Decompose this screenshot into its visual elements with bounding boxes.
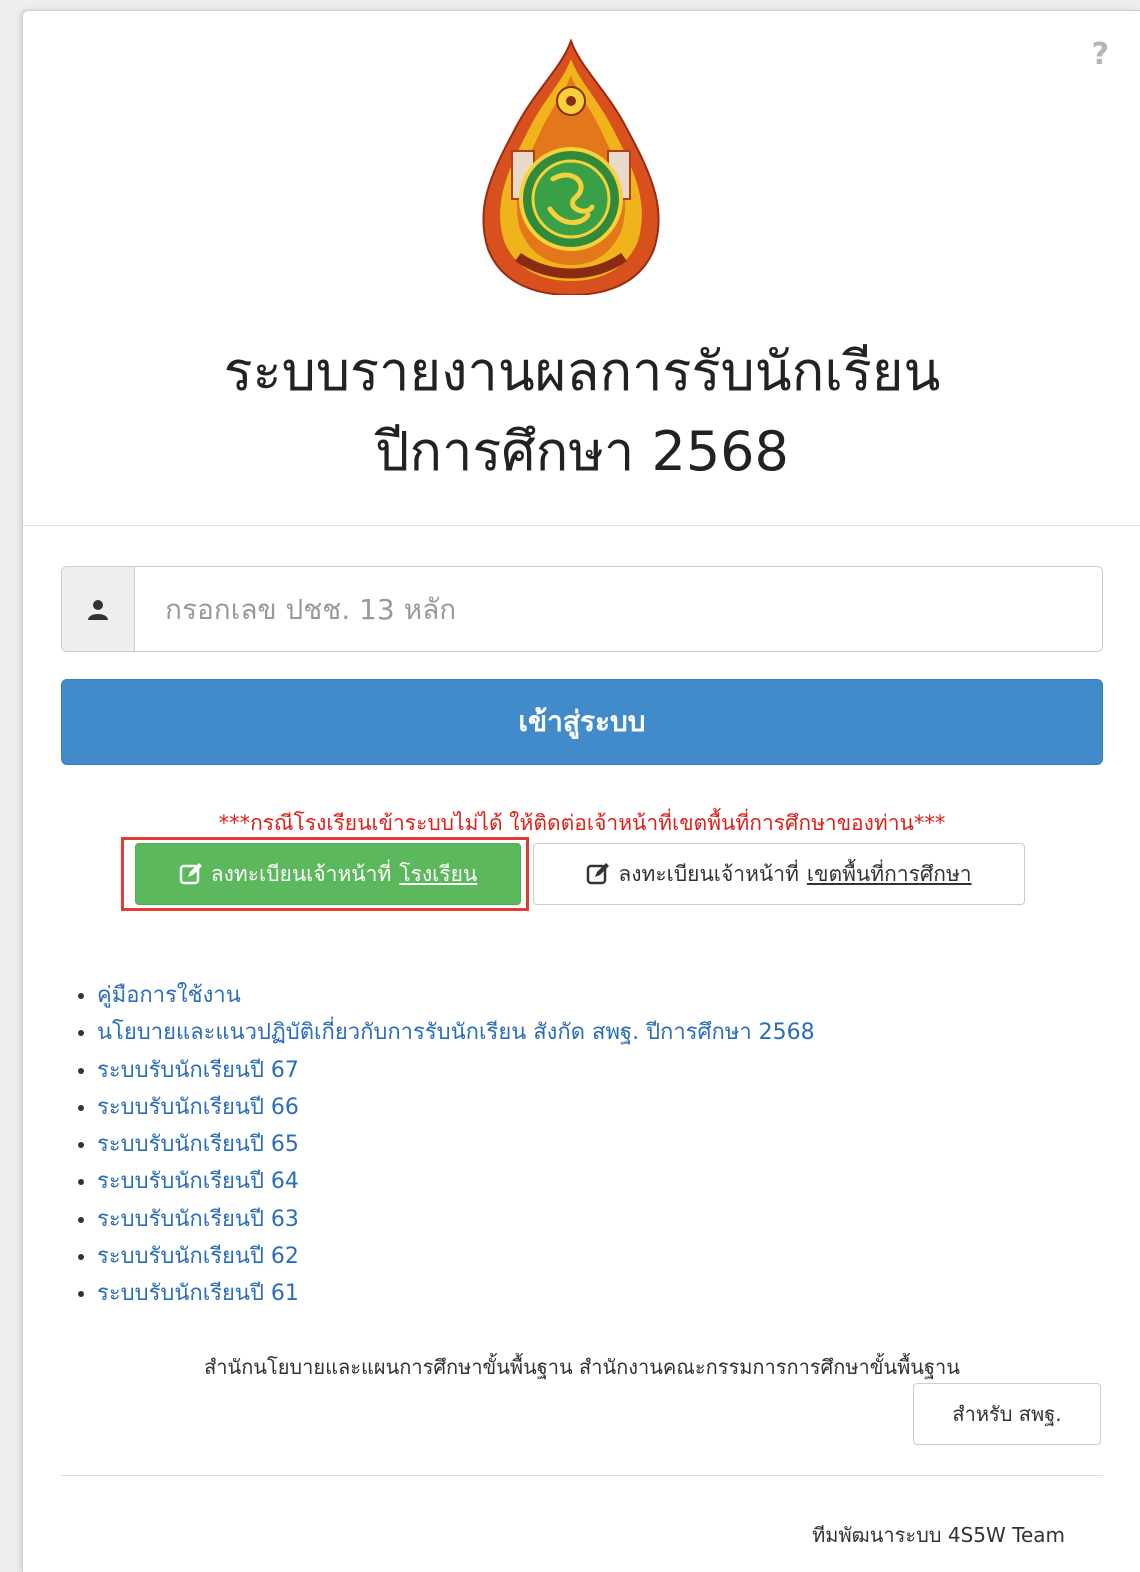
link-year-65[interactable]: ระบบรับนักเรียนปี 65 — [97, 1132, 299, 1157]
register-area-prefix: ลงทะเบียนเจ้าหน้าที่ — [618, 861, 799, 886]
register-area-target: เขตพื้นที่การศึกษา — [806, 861, 972, 886]
page-title: ระบบรายงานผลการรับนักเรียน — [223, 340, 941, 403]
links-list: คู่มือการใช้งาน นโยบายและแนวปฏิบัติเกี่ย… — [61, 977, 815, 1313]
footer-divider — [61, 1475, 1103, 1476]
link-policy[interactable]: นโยบายและแนวปฏิบัติเกี่ยวกับการรับนักเรี… — [97, 1020, 815, 1045]
team-credit: ทีมพัฒนาระบบ 4S5W Team — [812, 1523, 1065, 1547]
warning-text: ***กรณีโรงเรียนเข้าระบบไม่ได้ ให้ติดต่อเ… — [218, 811, 946, 835]
link-year-67[interactable]: ระบบรับนักเรียนปี 67 — [97, 1058, 299, 1083]
help-icon[interactable]: ? — [1092, 37, 1109, 72]
user-icon — [62, 567, 135, 651]
id-input-group — [61, 566, 1103, 652]
office-name: สำนักนโยบายและแผนการศึกษาขั้นพื้นฐาน สำน… — [204, 1355, 960, 1379]
link-year-62[interactable]: ระบบรับนักเรียนปี 62 — [97, 1244, 299, 1269]
register-area-button[interactable]: ลงทะเบียนเจ้าหน้าที่ เขตพื้นที่การศึกษา — [533, 843, 1025, 905]
citizen-id-input[interactable] — [135, 567, 1102, 651]
list-item: คู่มือการใช้งาน — [97, 977, 815, 1014]
list-item: ระบบรับนักเรียนปี 61 — [97, 1275, 815, 1312]
page-subtitle: ปีการศึกษา 2568 — [375, 420, 789, 483]
login-panel: ? ระบบรายงานผลการรับนักเรียน ปีการศึกษา … — [22, 10, 1140, 1572]
divider — [23, 525, 1140, 526]
list-item: ระบบรับนักเรียนปี 66 — [97, 1089, 815, 1126]
register-school-target: โรงเรียน — [399, 861, 478, 886]
list-item: นโยบายและแนวปฏิบัติเกี่ยวกับการรับนักเรี… — [97, 1014, 815, 1051]
obec-staff-button[interactable]: สำหรับ สพฐ. — [913, 1383, 1101, 1445]
list-item: ระบบรับนักเรียนปี 63 — [97, 1201, 815, 1238]
list-item: ระบบรับนักเรียนปี 64 — [97, 1163, 815, 1200]
edit-icon — [179, 863, 202, 885]
link-year-61[interactable]: ระบบรับนักเรียนปี 61 — [97, 1281, 299, 1306]
login-button[interactable]: เข้าสู่ระบบ — [61, 679, 1103, 765]
register-school-button[interactable]: ลงทะเบียนเจ้าหน้าที่ โรงเรียน — [135, 843, 521, 905]
list-item: ระบบรับนักเรียนปี 62 — [97, 1238, 815, 1275]
edit-icon — [587, 863, 610, 885]
link-manual[interactable]: คู่มือการใช้งาน — [97, 983, 241, 1008]
list-item: ระบบรับนักเรียนปี 67 — [97, 1052, 815, 1089]
link-year-66[interactable]: ระบบรับนักเรียนปี 66 — [97, 1095, 299, 1120]
obec-logo — [482, 39, 660, 295]
list-item: ระบบรับนักเรียนปี 65 — [97, 1126, 815, 1163]
link-year-64[interactable]: ระบบรับนักเรียนปี 64 — [97, 1169, 299, 1194]
link-year-63[interactable]: ระบบรับนักเรียนปี 63 — [97, 1207, 299, 1232]
register-school-prefix: ลงทะเบียนเจ้าหน้าที่ — [210, 861, 392, 886]
